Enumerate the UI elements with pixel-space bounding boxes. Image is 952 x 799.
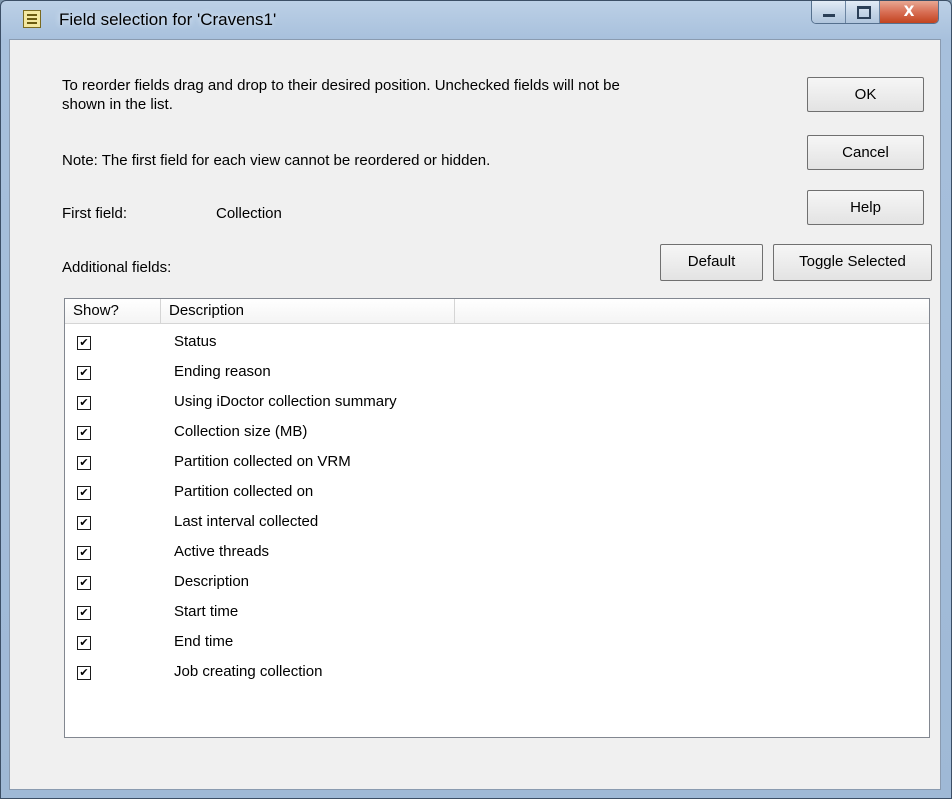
field-description: Using iDoctor collection summary <box>174 393 397 410</box>
instructions-text: To reorder fields drag and drop to their… <box>62 77 620 94</box>
field-list[interactable]: Show? Description ✔ Status ✔ Ending reason ✔… <box>64 298 930 738</box>
note-text: Note: The first field for each view cann… <box>62 152 491 169</box>
field-description: Start time <box>174 603 239 620</box>
show-checkbox[interactable]: ✔ <box>77 456 91 470</box>
list-item[interactable]: ✔ Collection size (MB) <box>65 420 929 450</box>
caption-buttons: X <box>811 1 939 24</box>
list-item[interactable]: ✔ Ending reason <box>65 360 929 390</box>
help-button[interactable]: Help <box>807 190 924 225</box>
field-description: Job creating collection <box>174 663 323 680</box>
app-icon <box>23 10 41 28</box>
list-item[interactable]: ✔ Last interval collected <box>65 510 929 540</box>
column-header-show[interactable]: Show? <box>65 299 161 323</box>
show-checkbox[interactable]: ✔ <box>77 666 91 680</box>
list-item[interactable]: ✔ Partition collected on <box>65 480 929 510</box>
toggle-selected-button[interactable]: Toggle Selected <box>773 244 932 281</box>
dialog-window: Field selection for 'Cravens1' X To reor… <box>0 0 952 799</box>
show-checkbox[interactable]: ✔ <box>77 636 91 650</box>
list-item[interactable]: ✔ Partition collected on VRM <box>65 450 929 480</box>
first-field-label: First field: <box>62 205 128 222</box>
instructions-text-2: shown in the list. <box>62 96 173 113</box>
list-item[interactable]: ✔ Status <box>65 330 929 360</box>
field-description: Status <box>174 333 217 350</box>
additional-fields-label: Additional fields: <box>62 259 172 276</box>
field-description: Active threads <box>174 543 270 560</box>
list-item[interactable]: ✔ Job creating collection <box>65 660 929 690</box>
maximize-button[interactable] <box>846 1 880 23</box>
field-description: Ending reason <box>174 363 271 380</box>
cancel-button[interactable]: Cancel <box>807 135 924 170</box>
field-description: Description <box>174 573 250 590</box>
show-checkbox[interactable]: ✔ <box>77 336 91 350</box>
show-checkbox[interactable]: ✔ <box>77 366 91 380</box>
list-item[interactable]: ✔ Description <box>65 570 929 600</box>
field-description: Last interval collected <box>174 513 319 530</box>
field-description: Collection size (MB) <box>174 423 308 440</box>
show-checkbox[interactable]: ✔ <box>77 576 91 590</box>
field-description: Partition collected on VRM <box>174 453 351 470</box>
field-description: Partition collected on <box>174 483 314 500</box>
window-title: Field selection for 'Cravens1' <box>59 10 277 29</box>
close-button[interactable]: X <box>880 1 938 23</box>
list-item[interactable]: ✔ Start time <box>65 600 929 630</box>
ok-button[interactable]: OK <box>807 77 924 112</box>
list-item[interactable]: ✔ End time <box>65 630 929 660</box>
show-checkbox[interactable]: ✔ <box>77 486 91 500</box>
column-header-description[interactable]: Description <box>161 299 455 323</box>
default-button[interactable]: Default <box>660 244 763 281</box>
show-checkbox[interactable]: ✔ <box>77 396 91 410</box>
show-checkbox[interactable]: ✔ <box>77 426 91 440</box>
list-item[interactable]: ✔ Using iDoctor collection summary <box>65 390 929 420</box>
first-field-value: Collection <box>216 205 282 222</box>
show-checkbox[interactable]: ✔ <box>77 546 91 560</box>
dialog-body: To reorder fields drag and drop to their… <box>9 39 941 790</box>
title-bar[interactable]: Field selection for 'Cravens1' X <box>1 1 951 39</box>
field-description: End time <box>174 633 234 650</box>
show-checkbox[interactable]: ✔ <box>77 516 91 530</box>
list-item[interactable]: ✔ Active threads <box>65 540 929 570</box>
list-header: Show? Description <box>65 299 929 324</box>
show-checkbox[interactable]: ✔ <box>77 606 91 620</box>
minimize-button[interactable] <box>812 1 846 23</box>
